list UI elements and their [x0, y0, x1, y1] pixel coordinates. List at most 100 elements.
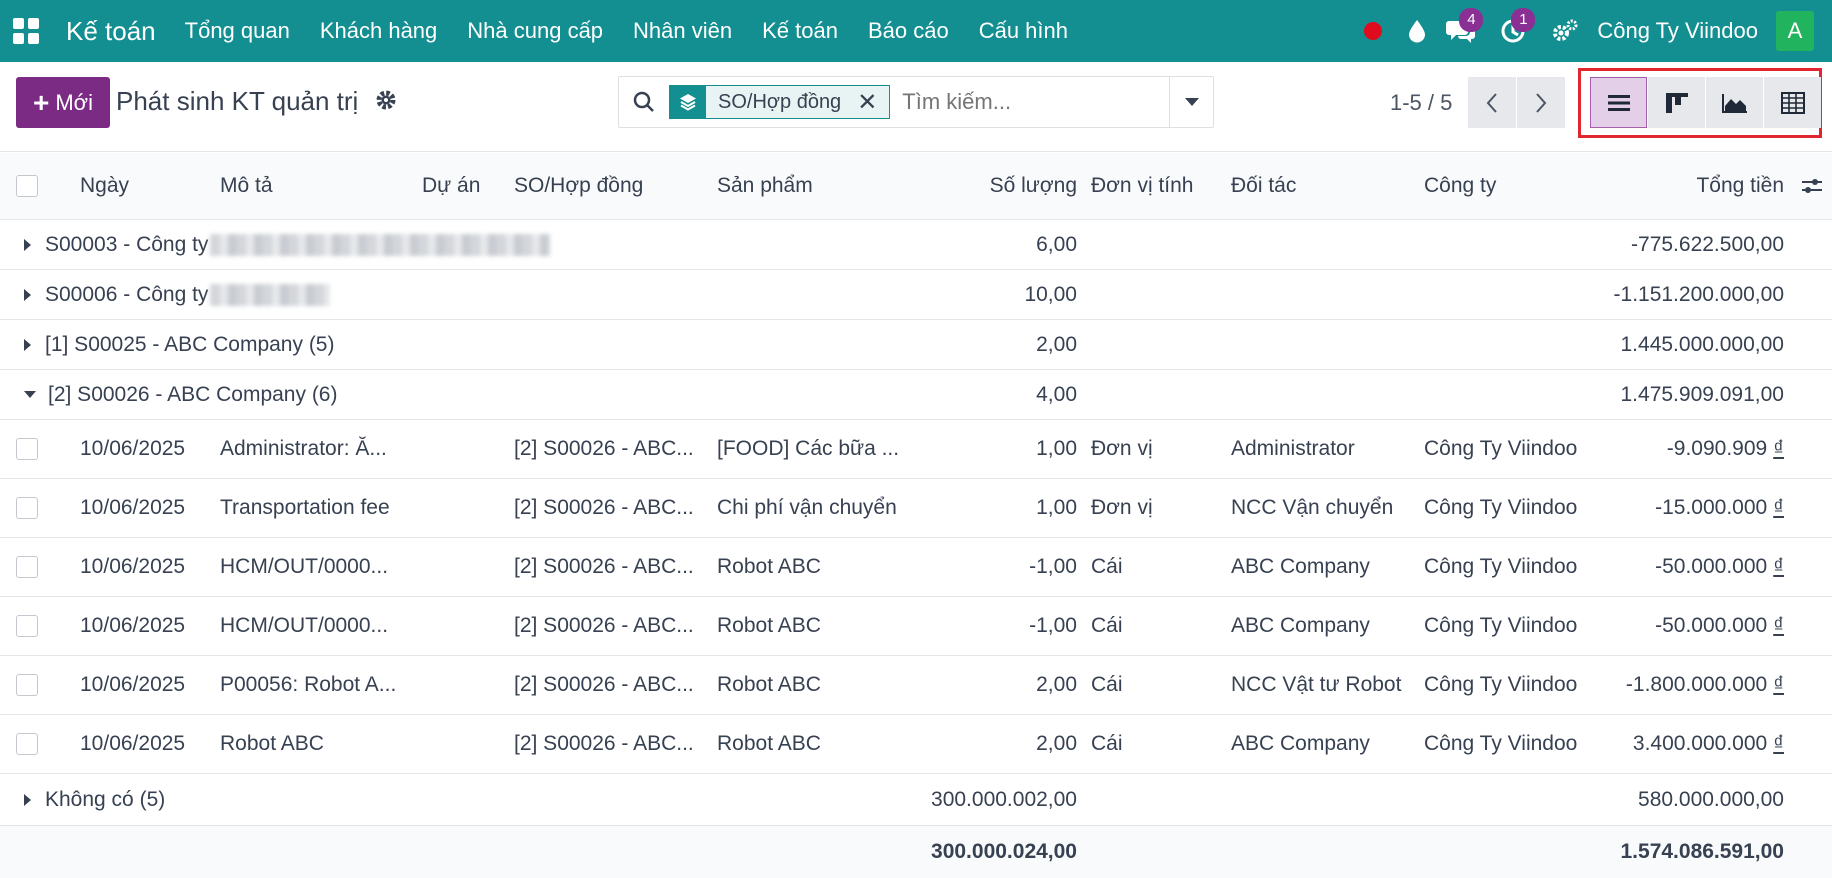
menu-item-employees[interactable]: Nhân viên	[618, 0, 747, 62]
user-avatar[interactable]: A	[1776, 11, 1814, 51]
col-header-so[interactable]: SO/Hợp đồng	[514, 153, 704, 219]
group-label: S00003 - Công ty	[45, 232, 209, 256]
select-all-checkbox[interactable]	[16, 153, 46, 219]
row-checkbox[interactable]	[16, 479, 46, 537]
chat-badge: 4	[1459, 8, 1484, 32]
chat-icon[interactable]: 4	[1439, 0, 1484, 62]
currency-symbol: ₫	[1773, 673, 1784, 696]
cell-total: -1.800.000.000 ₫	[1560, 656, 1784, 714]
company-switcher[interactable]: Công Ty Viindoo	[1597, 18, 1758, 44]
activity-badge: 1	[1511, 8, 1536, 32]
cell-total-amount: -50.000.000	[1655, 555, 1768, 578]
pager-value[interactable]: 1-5 / 5	[1390, 90, 1452, 116]
table-row[interactable]: 10/06/2025 HCM/OUT/0000... [2] S00026 - AB…	[0, 538, 1832, 597]
activity-clock-icon[interactable]: 1	[1491, 0, 1536, 62]
currency-symbol: ₫	[1773, 496, 1784, 519]
cell-quantity: 1,00	[1036, 437, 1077, 460]
cell-quantity: 2,00	[1036, 673, 1077, 696]
row-checkbox[interactable]	[16, 715, 46, 773]
cell-product: Robot ABC	[717, 732, 821, 755]
group-row[interactable]: [1] S00025 - ABC Company (5) 2,00 1.445.…	[0, 320, 1832, 370]
col-header-uom[interactable]: Đơn vị tính	[1091, 153, 1231, 219]
chevron-down-icon	[1184, 98, 1199, 106]
app-brand[interactable]: Kế toán	[66, 16, 156, 47]
menu-item-accounting[interactable]: Kế toán	[747, 0, 853, 62]
cell-so: [2] S00026 - ABC...	[514, 732, 694, 755]
caret-right-icon	[24, 338, 31, 351]
menu-item-configuration[interactable]: Cấu hình	[964, 0, 1083, 62]
col-header-total[interactable]: Tổng tiền	[1600, 153, 1784, 219]
table-row[interactable]: 10/06/2025 P00056: Robot A... [2] S00026 -…	[0, 656, 1832, 715]
settings-gears-icon[interactable]	[1543, 0, 1587, 62]
cell-total: 3.400.000.000 ₫	[1560, 715, 1784, 773]
table-row[interactable]: 10/06/2025 Robot ABC [2] S00026 - ABC... Ro…	[0, 715, 1832, 774]
row-checkbox[interactable]	[16, 420, 46, 478]
cell-description: Transportation fee	[220, 496, 390, 519]
table-row[interactable]: 10/06/2025 Transportation fee [2] S00026 -…	[0, 479, 1832, 538]
menu-item-vendors[interactable]: Nhà cung cấp	[452, 0, 618, 62]
redacted-text	[210, 283, 331, 306]
new-button[interactable]: + Mới	[16, 77, 110, 128]
group-row[interactable]: S00006 - Công ty 10,00 -1.151.200.000,00	[0, 270, 1832, 320]
search-input[interactable]	[902, 89, 1173, 115]
menu-item-customers[interactable]: Khách hàng	[305, 0, 452, 62]
col-header-partner[interactable]: Đối tác	[1231, 153, 1421, 219]
optional-columns-icon[interactable]	[1800, 153, 1830, 219]
row-checkbox[interactable]	[16, 597, 46, 655]
pager-previous-button[interactable]	[1468, 77, 1516, 128]
group-label: [1] S00025 - ABC Company (5)	[45, 332, 335, 356]
cell-uom: Đơn vị	[1091, 437, 1153, 460]
cell-description: HCM/OUT/0000...	[220, 614, 389, 637]
drop-icon[interactable]	[1395, 0, 1439, 62]
cell-uom: Cái	[1091, 732, 1123, 755]
cell-total: -15.000.000 ₫	[1560, 479, 1784, 537]
col-header-date[interactable]: Ngày	[80, 153, 200, 219]
facet-close-icon[interactable]: ✕	[853, 88, 889, 117]
table-row[interactable]: 10/06/2025 Administrator: Ă... [2] S00026 …	[0, 420, 1832, 479]
cell-date: 10/06/2025	[80, 732, 186, 755]
cell-partner: ABC Company	[1231, 614, 1370, 637]
groupby-facet[interactable]: SO/Hợp đồng ✕	[669, 85, 891, 119]
cell-uom: Cái	[1091, 614, 1123, 637]
search-icon[interactable]	[619, 77, 669, 127]
footer-total-quantity: 300.000.024,00	[931, 840, 1077, 863]
currency-symbol: ₫	[1773, 614, 1784, 637]
page-title: Phát sinh KT quản trị	[116, 86, 359, 116]
col-header-company[interactable]: Công ty	[1424, 153, 1594, 219]
menu-item-reports[interactable]: Báo cáo	[853, 0, 964, 62]
pager-next-button[interactable]	[1517, 77, 1565, 128]
new-button-label: Mới	[55, 89, 93, 115]
footer-grand-total: 1.574.086.591,00	[1620, 840, 1785, 863]
table-header: Ngày Mô tả Dự án SO/Hợp đồng Sản phẩm Số…	[0, 153, 1832, 220]
cell-total-amount: -1.800.000.000	[1625, 673, 1768, 696]
cell-description: Administrator: Ă...	[220, 437, 387, 460]
col-header-quantity[interactable]: Số lượng	[928, 153, 1077, 219]
apps-menu-icon[interactable]	[0, 0, 52, 62]
search-options-toggle[interactable]	[1169, 77, 1213, 127]
currency-symbol: ₫	[1773, 555, 1784, 578]
cell-so: [2] S00026 - ABC...	[514, 673, 694, 696]
table-row[interactable]: 10/06/2025 HCM/OUT/0000... [2] S00026 - AB…	[0, 597, 1832, 656]
top-navbar: Kế toán Tổng quan Khách hàng Nhà cung cấ…	[0, 0, 1832, 62]
main-menu: Tổng quan Khách hàng Nhà cung cấp Nhân v…	[170, 0, 1083, 62]
currency-symbol: ₫	[1773, 732, 1784, 755]
cell-description: HCM/OUT/0000...	[220, 555, 389, 578]
row-checkbox[interactable]	[16, 656, 46, 714]
col-header-description[interactable]: Mô tả	[220, 153, 400, 219]
kanban-view-button[interactable]	[1648, 77, 1705, 128]
group-row-none[interactable]: Không có (5) 300.000.002,00 580.000.000,…	[0, 774, 1832, 826]
actions-gear-icon[interactable]	[374, 88, 400, 114]
record-indicator-icon[interactable]	[1351, 0, 1395, 62]
group-row[interactable]: [2] S00026 - ABC Company (6) 4,00 1.475.…	[0, 370, 1832, 420]
col-header-product[interactable]: Sản phẩm	[717, 153, 917, 219]
row-checkbox[interactable]	[16, 538, 46, 596]
col-header-project[interactable]: Dự án	[422, 153, 502, 219]
menu-item-overview[interactable]: Tổng quan	[170, 0, 305, 62]
group-row[interactable]: S00003 - Công ty 6,00 -775.622.500,00	[0, 220, 1832, 270]
graph-view-button[interactable]	[1706, 77, 1763, 128]
caret-right-icon	[24, 793, 31, 806]
cell-quantity: 2,00	[1036, 732, 1077, 755]
list-table: Ngày Mô tả Dự án SO/Hợp đồng Sản phẩm Số…	[0, 153, 1832, 878]
pivot-view-button[interactable]	[1764, 77, 1821, 128]
list-view-button[interactable]	[1590, 77, 1647, 128]
